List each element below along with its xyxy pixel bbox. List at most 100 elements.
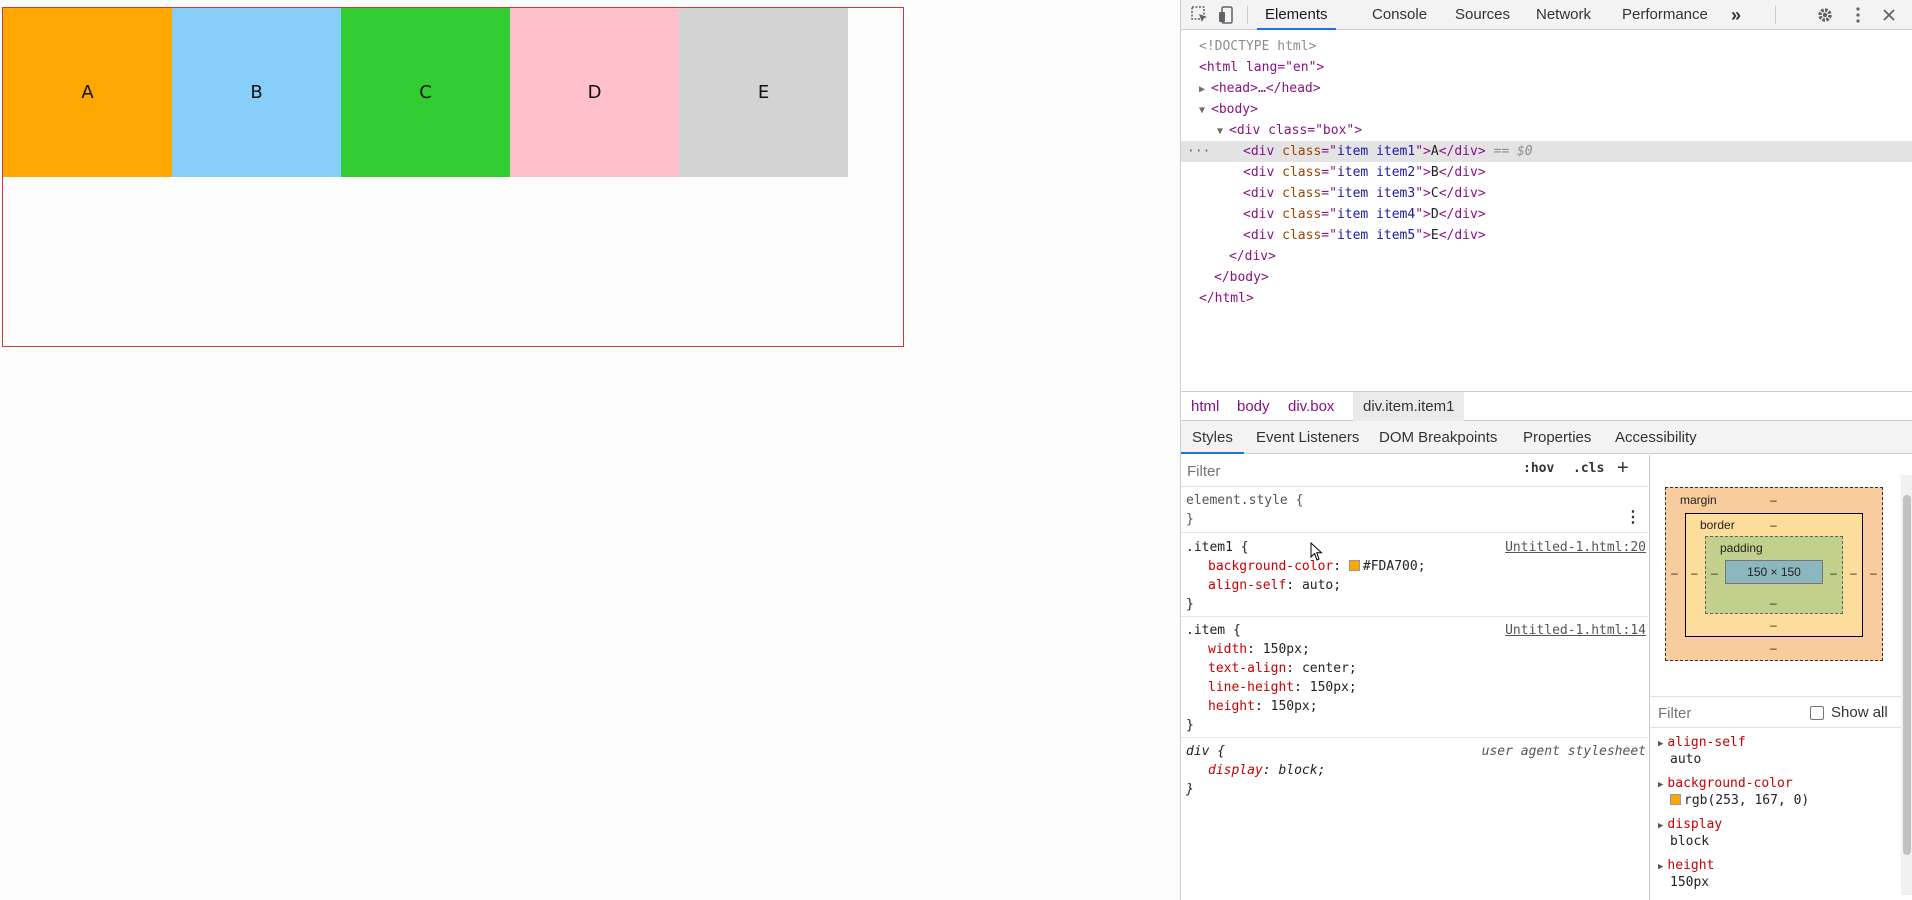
dom-body-open[interactable]: ▼ <body> bbox=[1199, 99, 1912, 120]
subtab-event-listeners[interactable]: Event Listeners bbox=[1256, 421, 1359, 454]
item-width-declaration[interactable]: width: 150px; bbox=[1208, 642, 1310, 660]
color-swatch-icon[interactable] bbox=[1348, 560, 1360, 571]
tab-performance[interactable]: Performance bbox=[1622, 0, 1708, 30]
tab-console[interactable]: Console bbox=[1372, 0, 1427, 30]
customize-kebab-icon[interactable] bbox=[1847, 4, 1869, 26]
show-all-label: Show all bbox=[1831, 704, 1888, 721]
breadcrumb-div-item1[interactable]: div.item.item1 bbox=[1353, 392, 1465, 421]
computed-prop-background-color[interactable]: ▶ background-color bbox=[1658, 776, 1793, 791]
expand-triangle-icon[interactable]: ▶ bbox=[1199, 79, 1211, 100]
align-prop-name: align-self bbox=[1208, 578, 1287, 593]
dom-html-close[interactable]: </html> bbox=[1199, 288, 1912, 309]
item-rule-close: } bbox=[1186, 718, 1194, 733]
settings-gear-icon[interactable] bbox=[1814, 4, 1836, 26]
ua-div-selector[interactable]: div { bbox=[1186, 744, 1225, 762]
item-text-align-declaration[interactable]: text-align: center; bbox=[1208, 661, 1357, 679]
head-tag: <head>…</head> bbox=[1211, 81, 1321, 96]
close-devtools-icon[interactable] bbox=[1878, 4, 1900, 26]
bg-prop-value: #FDA700 bbox=[1362, 559, 1418, 574]
prop-value: block bbox=[1278, 763, 1318, 778]
styles-filter-input[interactable] bbox=[1185, 460, 1515, 482]
item-height-declaration[interactable]: height: 150px; bbox=[1208, 699, 1318, 717]
element-style-selector[interactable]: element.style { bbox=[1186, 493, 1303, 511]
dom-item3[interactable]: <div class="item item3">C</div> bbox=[1243, 183, 1912, 204]
breadcrumb-html[interactable]: html bbox=[1191, 392, 1219, 421]
ua-rule-close: } bbox=[1186, 782, 1194, 797]
prop-name: height bbox=[1208, 699, 1255, 714]
collapse-triangle-icon[interactable]: ▼ bbox=[1217, 121, 1229, 142]
subtab-styles[interactable]: Styles bbox=[1181, 421, 1244, 454]
item1-text: A bbox=[1430, 144, 1439, 159]
dom-item1-selected[interactable]: ··· <div class="item item1">A</div> == $0 bbox=[1181, 141, 1912, 162]
item1-align-declaration[interactable]: align-self: auto; bbox=[1208, 578, 1341, 596]
expand-triangle-icon[interactable]: ▶ bbox=[1658, 862, 1663, 872]
subtab-accessibility[interactable]: Accessibility bbox=[1615, 421, 1697, 454]
box-model-border[interactable]: border – – – – padding – – – 150 × 150 bbox=[1685, 513, 1863, 637]
computed-bg-value-row: rgb(253, 167, 0) bbox=[1670, 793, 1809, 808]
computed-prop-name: background-color bbox=[1667, 776, 1793, 791]
subtab-dom-breakpoints[interactable]: DOM Breakpoints bbox=[1379, 421, 1497, 454]
breadcrumb-div-box[interactable]: div.box bbox=[1288, 392, 1334, 421]
expand-triangle-icon[interactable]: ▶ bbox=[1658, 739, 1663, 749]
scrollbar-thumb[interactable] bbox=[1903, 495, 1911, 855]
dom-div-close[interactable]: </div> bbox=[1229, 246, 1912, 267]
style-more-options-icon[interactable]: ⋮ bbox=[1625, 507, 1641, 526]
item1-rule-selector[interactable]: .item1 { bbox=[1186, 540, 1249, 558]
dom-item2[interactable]: <div class="item item2">B</div> bbox=[1243, 162, 1912, 183]
flex-item-d: D bbox=[510, 8, 679, 177]
margin-bottom-value: – bbox=[1770, 641, 1777, 655]
dom-body-close[interactable]: </body> bbox=[1214, 267, 1912, 288]
dom-doctype[interactable]: <!DOCTYPE html> bbox=[1199, 36, 1912, 57]
item-line-height-declaration[interactable]: line-height: 150px; bbox=[1208, 680, 1357, 698]
item-rule-source-link[interactable]: Untitled-1.html:14 bbox=[1505, 623, 1646, 638]
styles-pane: :hov .cls + element.style { } ⋮ .item1 {… bbox=[1181, 455, 1648, 900]
tab-sources[interactable]: Sources bbox=[1455, 0, 1510, 30]
dom-item4[interactable]: <div class="item item4">D</div> bbox=[1243, 204, 1912, 225]
device-toolbar-icon[interactable] bbox=[1216, 4, 1238, 26]
new-style-rule-icon[interactable]: + bbox=[1617, 457, 1629, 480]
expand-triangle-icon[interactable]: ▶ bbox=[1658, 821, 1663, 831]
computed-prop-display[interactable]: ▶ display bbox=[1658, 817, 1722, 832]
padding-bottom-value: – bbox=[1770, 596, 1777, 610]
hov-toggle[interactable]: :hov bbox=[1523, 461, 1554, 476]
collapse-triangle-icon[interactable]: ▼ bbox=[1199, 100, 1211, 121]
prop-name: width bbox=[1208, 642, 1248, 657]
cls-toggle[interactable]: .cls bbox=[1573, 461, 1604, 476]
computed-prop-value: rgb(253, 167, 0) bbox=[1684, 793, 1810, 808]
breadcrumb-body[interactable]: body bbox=[1237, 392, 1270, 421]
border-right-value: – bbox=[1850, 566, 1857, 580]
tab-network[interactable]: Network bbox=[1536, 0, 1591, 30]
more-tabs-icon[interactable]: » bbox=[1731, 0, 1741, 30]
selected-marker: == $0 bbox=[1485, 144, 1533, 159]
prop-name: display bbox=[1208, 763, 1263, 778]
box-model-padding[interactable]: padding – – – 150 × 150 bbox=[1705, 536, 1843, 614]
inspect-element-icon[interactable] bbox=[1189, 4, 1211, 26]
styles-filter-row: :hov .cls + bbox=[1181, 455, 1648, 487]
subtab-properties[interactable]: Properties bbox=[1523, 421, 1591, 454]
ua-display-declaration[interactable]: display: block; bbox=[1208, 763, 1325, 781]
computed-filter-input[interactable] bbox=[1658, 703, 1798, 723]
expand-triangle-icon[interactable]: ▶ bbox=[1658, 780, 1663, 790]
computed-prop-align-self[interactable]: ▶ align-self bbox=[1658, 735, 1746, 750]
show-all-checkbox[interactable] bbox=[1810, 706, 1824, 720]
color-swatch-icon[interactable] bbox=[1670, 794, 1681, 805]
margin-top-value: – bbox=[1770, 493, 1777, 507]
box-model-content[interactable]: 150 × 150 bbox=[1725, 560, 1823, 584]
box-model-margin[interactable]: margin – – – – border – – – – padding – … bbox=[1665, 487, 1883, 661]
border-top-value: – bbox=[1770, 518, 1777, 532]
dom-html-open[interactable]: <html lang="en"> bbox=[1199, 57, 1912, 78]
dom-head[interactable]: ▶ <head>…</head> bbox=[1199, 78, 1912, 99]
more-actions-dots-icon[interactable]: ··· bbox=[1187, 141, 1210, 162]
dom-box-open[interactable]: ▼ <div class="box"> bbox=[1217, 120, 1912, 141]
devtools-panel: Elements Console Sources Network Perform… bbox=[1180, 0, 1912, 900]
tab-elements[interactable]: Elements bbox=[1257, 0, 1336, 30]
box-model-diagram: margin – – – – border – – – – padding – … bbox=[1665, 487, 1883, 661]
computed-prop-height[interactable]: ▶ height bbox=[1658, 858, 1714, 873]
computed-scrollbar[interactable] bbox=[1901, 475, 1912, 895]
item1-rule-source-link[interactable]: Untitled-1.html:20 bbox=[1505, 540, 1646, 555]
computed-prop-name: height bbox=[1667, 858, 1715, 873]
item-rule-selector[interactable]: .item { bbox=[1186, 623, 1241, 641]
border-label: border bbox=[1700, 518, 1735, 532]
dom-item5[interactable]: <div class="item item5">E</div> bbox=[1243, 225, 1912, 246]
margin-left-value: – bbox=[1671, 566, 1678, 580]
